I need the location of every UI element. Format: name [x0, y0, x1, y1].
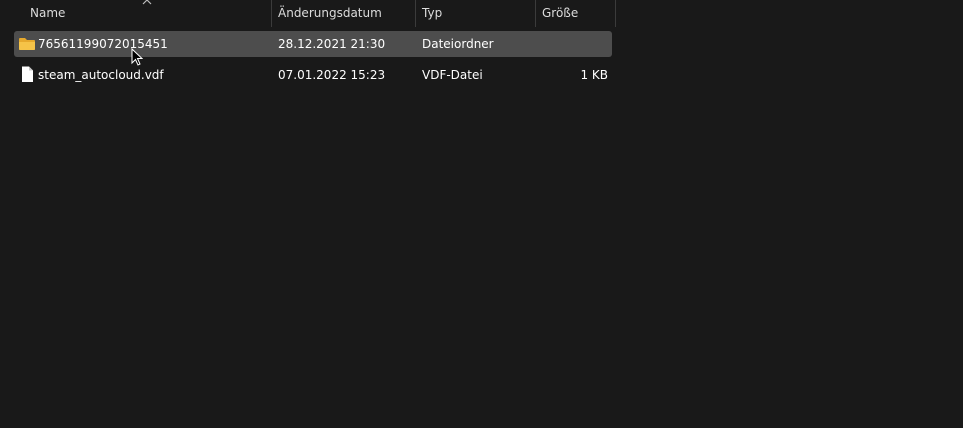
column-divider[interactable] — [271, 0, 272, 27]
sort-ascending-icon — [142, 0, 152, 5]
column-divider[interactable] — [535, 0, 536, 27]
file-name: 76561199072015451 — [38, 37, 168, 51]
file-modified: 07.01.2022 15:23 — [278, 68, 386, 82]
file-row-folder[interactable]: 76561199072015451 28.12.2021 21:30 Datei… — [14, 31, 612, 57]
column-header: Name Änderungsdatum Typ Größe — [0, 0, 963, 27]
file-list-view: Name Änderungsdatum Typ Größe 7656119907… — [0, 0, 963, 428]
column-header-name[interactable]: Name — [30, 0, 65, 27]
column-header-size[interactable]: Größe — [542, 0, 578, 27]
column-divider[interactable] — [415, 0, 416, 27]
column-header-modified[interactable]: Änderungsdatum — [278, 0, 382, 27]
file-size: 1 KB — [580, 68, 608, 82]
column-header-type[interactable]: Typ — [422, 0, 442, 27]
file-modified: 28.12.2021 21:30 — [278, 37, 386, 51]
folder-icon — [19, 38, 35, 50]
file-type: Dateiordner — [422, 37, 494, 51]
file-icon — [22, 66, 33, 82]
file-type: VDF-Datei — [422, 68, 483, 82]
column-divider[interactable] — [615, 0, 616, 27]
file-name: steam_autocloud.vdf — [38, 68, 164, 82]
file-row-vdf[interactable]: steam_autocloud.vdf 07.01.2022 15:23 VDF… — [14, 62, 612, 88]
